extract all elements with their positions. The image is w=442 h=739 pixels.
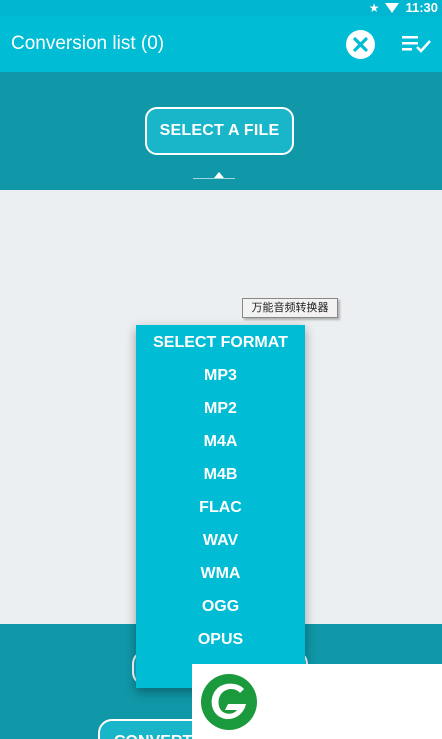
menu-item-wma[interactable]: WMA: [136, 556, 305, 589]
format-menu: SELECT FORMAT MP3 MP2 M4A M4B FLAC WAV W…: [136, 325, 305, 688]
menu-item-wav[interactable]: WAV: [136, 523, 305, 556]
status-time: 11:30: [405, 0, 438, 15]
menu-item-mp2[interactable]: MP2: [136, 391, 305, 424]
app-name-tooltip: 万能音频转换器: [242, 298, 338, 318]
menu-item-opus[interactable]: OPUS: [136, 622, 305, 655]
select-list-button[interactable]: [400, 32, 434, 56]
status-bar: ★ 11:30: [0, 0, 442, 16]
menu-item-header: SELECT FORMAT: [153, 334, 288, 351]
logo-icon: [201, 674, 257, 730]
watermark: [192, 664, 442, 739]
wifi-icon: [385, 3, 400, 13]
menu-item-mp3[interactable]: MP3: [136, 358, 305, 391]
menu-item-m4b[interactable]: M4B: [136, 457, 305, 490]
tab-indicator: [193, 178, 235, 179]
close-icon: [353, 37, 368, 52]
menu-item-flac[interactable]: FLAC: [136, 490, 305, 523]
caret-up-icon: [214, 172, 224, 178]
select-file-button[interactable]: SELECT A FILE: [145, 107, 294, 155]
menu-item-m4a[interactable]: M4A: [136, 424, 305, 457]
playlist-check-icon: [402, 36, 431, 53]
menu-item-ogg[interactable]: OGG: [136, 589, 305, 622]
page-title: Conversion list (0): [11, 33, 165, 54]
app-bar: Conversion list (0): [0, 16, 442, 72]
star-icon: ★: [368, 1, 380, 15]
status-icons: ★ 11:30: [369, 0, 438, 16]
clear-list-button[interactable]: [346, 30, 375, 59]
header-panel: SELECT A FILE: [0, 72, 442, 190]
